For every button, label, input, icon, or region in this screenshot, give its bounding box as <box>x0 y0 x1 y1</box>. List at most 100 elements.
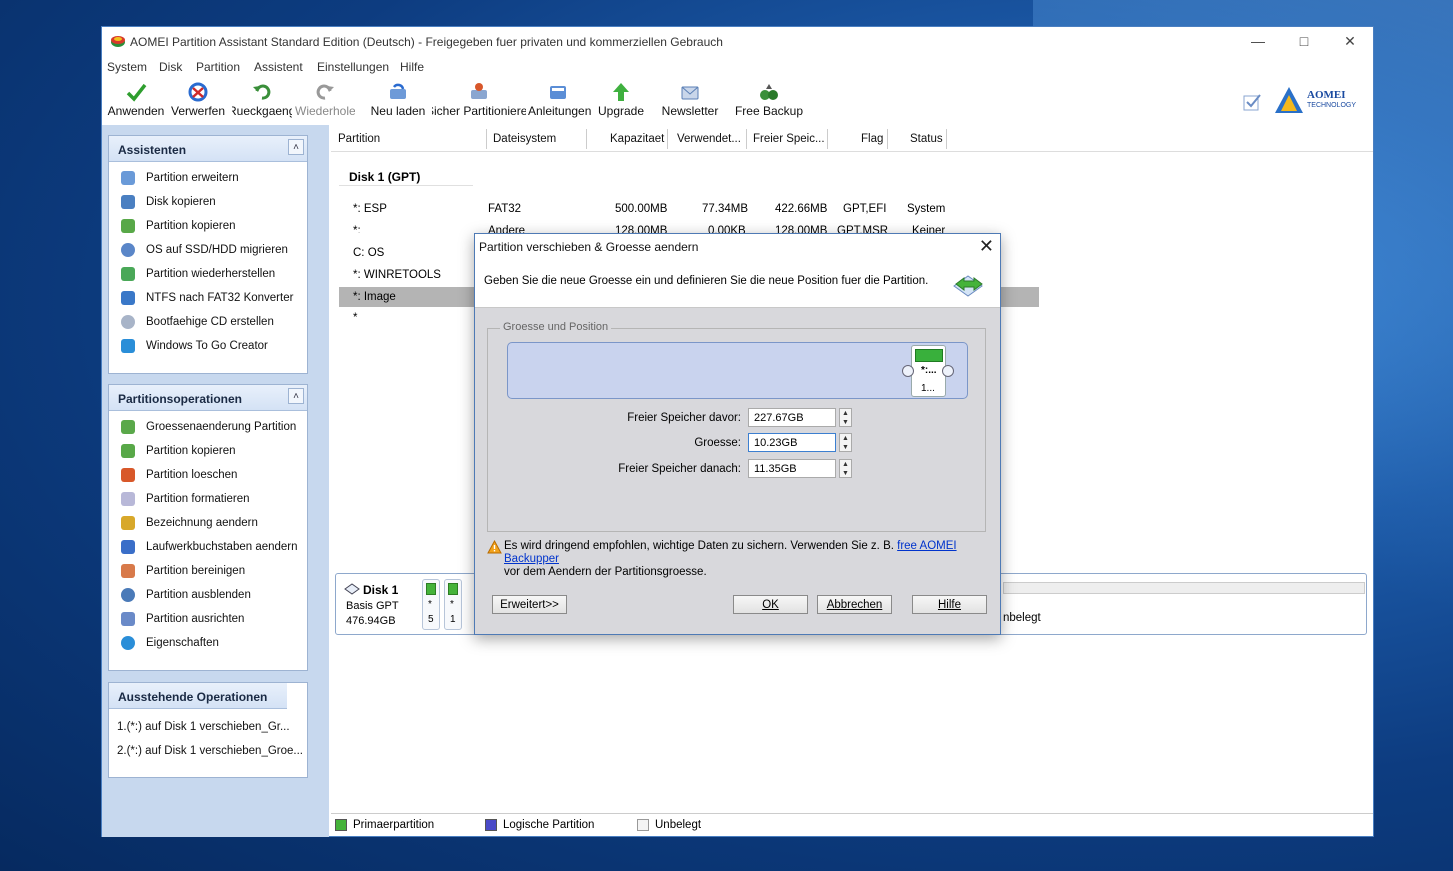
dialog-info-band: Geben Sie die neue Groesse ein und defin… <box>475 260 1000 308</box>
free-after-row: Freier Speicher danach: ▲▼ <box>488 459 987 481</box>
cell-status: Keiner <box>912 225 946 233</box>
copy-disk-icon <box>121 195 135 209</box>
op-change-drive-letter[interactable]: Laufwerkbuchstaben aendern <box>121 538 298 556</box>
assistant-ntfs-fat32[interactable]: NTFS nach FAT32 Konverter <box>121 289 293 307</box>
info-icon <box>121 636 135 650</box>
unallocated-bar[interactable] <box>1003 582 1365 594</box>
pending-op-1[interactable]: 1.(*:) auf Disk 1 verschieben_Gr... <box>117 718 290 736</box>
size-spinner[interactable]: ▲ ▼ <box>839 433 852 452</box>
apply-label: Anwenden <box>107 104 165 118</box>
assistant-windows-to-go[interactable]: Windows To Go Creator <box>121 337 268 355</box>
partition-row[interactable]: *: Andere 128.00MB 0.00KB 128.00MB GPT,M… <box>339 221 1039 233</box>
redo-label: Wiederholen <box>295 104 355 118</box>
assistant-bootable-cd[interactable]: Bootfaehige CD erstellen <box>121 313 274 331</box>
assistant-label: Windows To Go Creator <box>146 340 268 352</box>
assistant-copy-disk[interactable]: Disk kopieren <box>121 193 216 211</box>
legend-unalloc: Unbelegt <box>637 819 701 831</box>
col-partition[interactable]: Partition <box>338 133 380 145</box>
partition-letter: * <box>428 599 432 610</box>
warning-text: Es wird dringend empfohlen, wichtige Dat… <box>504 540 994 579</box>
col-filesystem[interactable]: Dateisystem <box>493 133 556 145</box>
help-button[interactable]: Hilfe <box>912 595 987 614</box>
col-used[interactable]: Verwendet... <box>677 133 741 145</box>
op-format-partition[interactable]: Partition formatieren <box>121 490 250 508</box>
warning-icon <box>487 540 502 554</box>
partition-size: 5 <box>428 614 434 625</box>
op-change-label[interactable]: Bezeichnung aendern <box>121 514 258 532</box>
menu-einstellungen[interactable]: Einstellungen <box>317 60 389 74</box>
assistant-extend-partition[interactable]: Partition erweitern <box>121 169 239 187</box>
op-properties[interactable]: Eigenschaften <box>121 634 219 652</box>
newsletter-button[interactable]: Newsletter <box>658 79 722 121</box>
unallocated-label: nbelegt <box>1003 612 1041 624</box>
redo-button[interactable]: Wiederholen <box>295 79 355 121</box>
menu-disk[interactable]: Disk <box>159 60 182 74</box>
cell-fs: Andere <box>488 225 526 233</box>
collapse-up-icon[interactable]: ˄ <box>288 388 304 404</box>
col-flag[interactable]: Flag <box>861 133 883 145</box>
op-resize-partition[interactable]: Groessenaenderung Partition <box>121 418 296 436</box>
right-resize-handle[interactable] <box>942 365 954 377</box>
disk-group-label[interactable]: Disk 1 (GPT) <box>349 170 420 184</box>
left-resize-handle[interactable] <box>902 365 914 377</box>
cancel-button[interactable]: Abbrechen <box>817 595 892 614</box>
ok-button[interactable]: OK <box>733 595 808 614</box>
disk-map-partition[interactable]: * 5 <box>422 579 440 630</box>
op-hide-partition[interactable]: Partition ausblenden <box>121 586 251 604</box>
free-before-spinner[interactable]: ▲ ▼ <box>839 408 852 427</box>
op-label: Bezeichnung aendern <box>146 517 258 529</box>
free-after-spinner[interactable]: ▲ ▼ <box>839 459 852 478</box>
assistant-recover-partition[interactable]: Partition wiederherstellen <box>121 265 275 283</box>
safe-partition-button[interactable]: Sicher Partitionierer <box>432 79 526 121</box>
upgrade-button[interactable]: Upgrade <box>594 79 648 121</box>
cell-status: System <box>907 203 946 215</box>
cell-used: 0.00KB <box>708 225 746 233</box>
free-after-input[interactable] <box>748 459 836 478</box>
recover-partition-icon <box>121 267 135 281</box>
discard-button[interactable]: Verwerfen <box>168 79 228 121</box>
size-input[interactable] <box>748 433 836 452</box>
op-copy-partition[interactable]: Partition kopieren <box>121 442 236 460</box>
minimize-button[interactable]: — <box>1235 27 1281 55</box>
partition-block[interactable]: *:... 1... <box>911 345 946 397</box>
col-status[interactable]: Status <box>910 133 943 145</box>
menu-partition[interactable]: Partition <box>196 60 240 74</box>
assistant-copy-partition[interactable]: Partition kopieren <box>121 217 236 235</box>
undo-button[interactable]: Rueckgaengig <box>232 79 292 121</box>
close-button[interactable]: ✕ <box>1327 27 1373 55</box>
disk-map-size: 476.94GB <box>346 615 396 627</box>
partition-position-track[interactable]: *:... 1... <box>507 342 968 399</box>
reload-button[interactable]: Neu laden <box>370 79 426 121</box>
tutorials-button[interactable]: Anleitungen <box>528 79 591 121</box>
partition-wizard-icon <box>471 83 487 99</box>
window-title: AOMEI Partition Assistant Standard Editi… <box>130 35 723 49</box>
collapse-up-icon[interactable]: ˄ <box>288 139 304 155</box>
apply-button[interactable]: Anwenden <box>106 79 166 121</box>
label-icon <box>121 516 135 530</box>
legend-bar: Primaerpartition Logische Partition Unbe… <box>331 813 1373 836</box>
partition-row[interactable]: *: ESP FAT32 500.00MB 77.34MB 422.66MB G… <box>339 199 1039 219</box>
op-wipe-partition[interactable]: Partition bereinigen <box>121 562 245 580</box>
disk-map-partition[interactable]: * 1 <box>444 579 462 630</box>
dialog-close-icon[interactable]: ✕ <box>979 236 994 257</box>
cell-name: *: Image <box>353 291 396 303</box>
col-free[interactable]: Freier Speic... <box>753 133 825 145</box>
assistant-migrate-os[interactable]: OS auf SSD/HDD migrieren <box>121 241 288 259</box>
cell-name: * <box>353 312 358 324</box>
op-delete-partition[interactable]: Partition loeschen <box>121 466 237 484</box>
free-backup-button[interactable]: Free Backup <box>734 79 804 121</box>
pending-op-2[interactable]: 2.(*:) auf Disk 1 verschieben_Groe... <box>117 742 303 760</box>
free-before-input[interactable] <box>748 408 836 427</box>
op-align-partition[interactable]: Partition ausrichten <box>121 610 244 628</box>
op-label: Groessenaenderung Partition <box>146 421 297 433</box>
menu-assistent[interactable]: Assistent <box>254 60 303 74</box>
partition-table-header: Partition Dateisystem Kapazitaet Verwend… <box>331 125 1373 152</box>
free-after-label: Freier Speicher danach: <box>618 463 741 475</box>
cell-name: *: WINRETOOLS <box>353 269 441 281</box>
maximize-button[interactable]: □ <box>1281 27 1327 55</box>
menu-system[interactable]: System <box>107 60 147 74</box>
menu-hilfe[interactable]: Hilfe <box>400 60 424 74</box>
advanced-button[interactable]: Erweitert>> <box>492 595 567 614</box>
col-capacity[interactable]: Kapazitaet <box>610 133 664 145</box>
reload-icon <box>390 83 406 99</box>
